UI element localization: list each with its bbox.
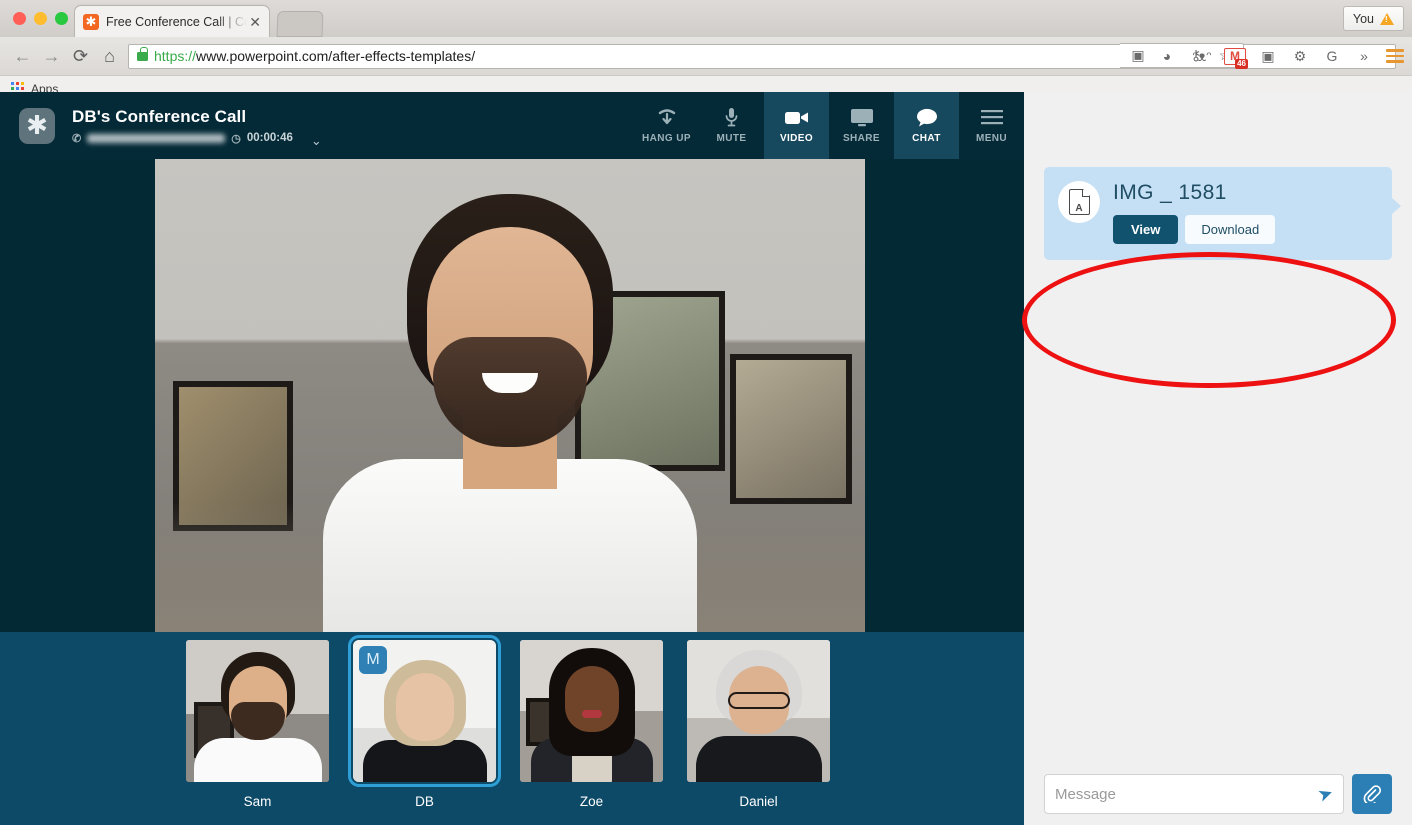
message-input[interactable]: [1055, 785, 1318, 803]
download-button[interactable]: Download: [1185, 215, 1276, 244]
maximize-window-button[interactable]: [55, 12, 68, 25]
clock-icon: ◷: [231, 132, 241, 145]
profile-block-icon[interactable]: ◕: [1157, 46, 1177, 66]
chrome-menu-icon[interactable]: [1386, 49, 1404, 63]
participant-name: Zoe: [579, 794, 604, 809]
file-name: IMG _ 1581: [1113, 181, 1227, 204]
video-camera-icon: [784, 107, 809, 127]
profile-label: You: [1352, 11, 1374, 26]
decor-picture-frame: [730, 354, 852, 504]
gmail-unread-badge: 46: [1235, 58, 1248, 69]
participant-avatar: [687, 640, 830, 782]
participant-avatar: M: [348, 635, 501, 787]
conference-app: ✱ DB's Conference Call ✆ ◷ 00:00:46 ⌄ HA…: [0, 92, 1412, 825]
extension-icons: ᵔᴥᵔ M 46 ▣ ⚙ G »: [1192, 42, 1404, 70]
participant-name: Daniel: [739, 794, 778, 809]
doodle-extension-icon[interactable]: ᵔᴥᵔ: [1192, 46, 1212, 66]
chat-label: CHAT: [912, 133, 941, 144]
chat-button[interactable]: CHAT: [894, 92, 959, 159]
menu-label: MENU: [975, 133, 1008, 144]
profile-button[interactable]: You: [1342, 6, 1404, 31]
mute-button[interactable]: MUTE: [699, 92, 764, 159]
call-toolbar: HANG UP MUTE VIDEO SHARE CHAT MENU: [634, 92, 1024, 159]
tab-favicon-asterisk-icon: ✱: [83, 13, 99, 30]
participant-filmstrip: Sam M DB Zoe Daniel: [0, 632, 1024, 825]
menu-button[interactable]: MENU: [959, 92, 1024, 159]
hamburger-menu-icon: [980, 107, 1003, 127]
browser-tab[interactable]: ✱ Free Conference Call | Con ✕: [74, 5, 270, 37]
participant-list: Sam M DB Zoe Daniel: [0, 632, 1024, 809]
window-controls: [13, 12, 68, 25]
file-row: A IMG _ 1581 View Download: [1058, 181, 1378, 244]
forward-icon[interactable]: →: [37, 42, 66, 71]
screenshot-extension-icon[interactable]: ▣: [1258, 46, 1278, 66]
participant-name: Sam: [243, 794, 272, 809]
meeting-info: DB's Conference Call ✆ ◷ 00:00:46: [72, 107, 293, 145]
overflow-icon[interactable]: »: [1354, 46, 1374, 66]
participant-avatar: [520, 640, 663, 782]
gmail-icon[interactable]: M 46: [1224, 47, 1248, 69]
file-details: IMG _ 1581 View Download: [1113, 181, 1276, 244]
chat-message-file: A IMG _ 1581 View Download: [1044, 167, 1401, 260]
chat-panel: A IMG _ 1581 View Download ➤: [1024, 92, 1412, 825]
navigation-bar: ← → ⟳ ⌂ https://www.powerpoint.com/after…: [0, 37, 1412, 75]
message-input-wrap[interactable]: ➤: [1044, 774, 1344, 814]
participant-avatar: [186, 640, 329, 782]
app-header: ✱ DB's Conference Call ✆ ◷ 00:00:46 ⌄ HA…: [0, 92, 1024, 159]
video-label: VIDEO: [779, 133, 814, 144]
lock-icon: [137, 46, 148, 61]
hang-up-button[interactable]: HANG UP: [634, 92, 699, 159]
tab-title: Free Conference Call | Con: [106, 14, 248, 29]
chevron-down-icon[interactable]: ⌄: [311, 133, 322, 149]
participant-name: DB: [415, 794, 434, 809]
screen-share-icon: [850, 107, 874, 127]
moderator-badge: M: [359, 646, 387, 674]
meeting-title: DB's Conference Call: [72, 106, 247, 126]
reload-icon[interactable]: ⟳: [66, 42, 95, 71]
new-tab-button[interactable]: [276, 11, 324, 37]
url-scheme: https://: [154, 48, 197, 64]
participant-thumb-zoe[interactable]: Zoe: [520, 640, 663, 809]
send-paper-plane-icon[interactable]: ➤: [1315, 782, 1336, 807]
close-window-button[interactable]: [13, 12, 26, 25]
file-actions: View Download: [1113, 215, 1276, 244]
meeting-subinfo: ✆ ◷ 00:00:46: [72, 132, 293, 145]
chat-composer: ➤: [1044, 774, 1392, 814]
hang-up-icon: [657, 107, 677, 127]
video-cast-icon[interactable]: ▣: [1128, 46, 1148, 66]
video-button[interactable]: VIDEO: [764, 92, 829, 159]
participant-thumb-db[interactable]: M DB: [348, 635, 501, 809]
microphone-icon: [725, 107, 738, 127]
pdf-file-icon: A: [1058, 181, 1100, 223]
minimize-window-button[interactable]: [34, 12, 47, 25]
warning-triangle-icon: [1380, 12, 1394, 25]
phone-icon: ✆: [72, 132, 82, 145]
home-icon[interactable]: ⌂: [95, 42, 124, 71]
google-icon[interactable]: G: [1322, 46, 1342, 66]
settings-gear-icon[interactable]: ⚙: [1290, 46, 1310, 66]
share-label: SHARE: [842, 133, 880, 144]
browser-chrome: ✱ Free Conference Call | Con ✕ You ← → ⟳…: [0, 0, 1412, 101]
participant-thumb-sam[interactable]: Sam: [186, 640, 329, 809]
hang-up-label: HANG UP: [642, 133, 691, 144]
video-stage: [0, 159, 1024, 632]
share-button[interactable]: SHARE: [829, 92, 894, 159]
chat-bubble-icon: [916, 107, 938, 127]
tab-strip: ✱ Free Conference Call | Con ✕ You: [0, 0, 1412, 37]
paperclip-icon[interactable]: [1352, 774, 1392, 814]
close-icon[interactable]: ✕: [249, 15, 261, 29]
asterisk-logo-icon[interactable]: ✱: [19, 107, 55, 144]
url-text: www.powerpoint.com/after-effects-templat…: [196, 48, 476, 64]
call-timer: 00:00:46: [246, 132, 293, 144]
view-button[interactable]: View: [1113, 215, 1179, 244]
active-speaker-video[interactable]: [155, 159, 865, 632]
participant-thumb-daniel[interactable]: Daniel: [687, 640, 830, 809]
back-icon[interactable]: ←: [8, 42, 37, 71]
mute-label: MUTE: [716, 133, 747, 144]
phone-number: [87, 133, 226, 143]
